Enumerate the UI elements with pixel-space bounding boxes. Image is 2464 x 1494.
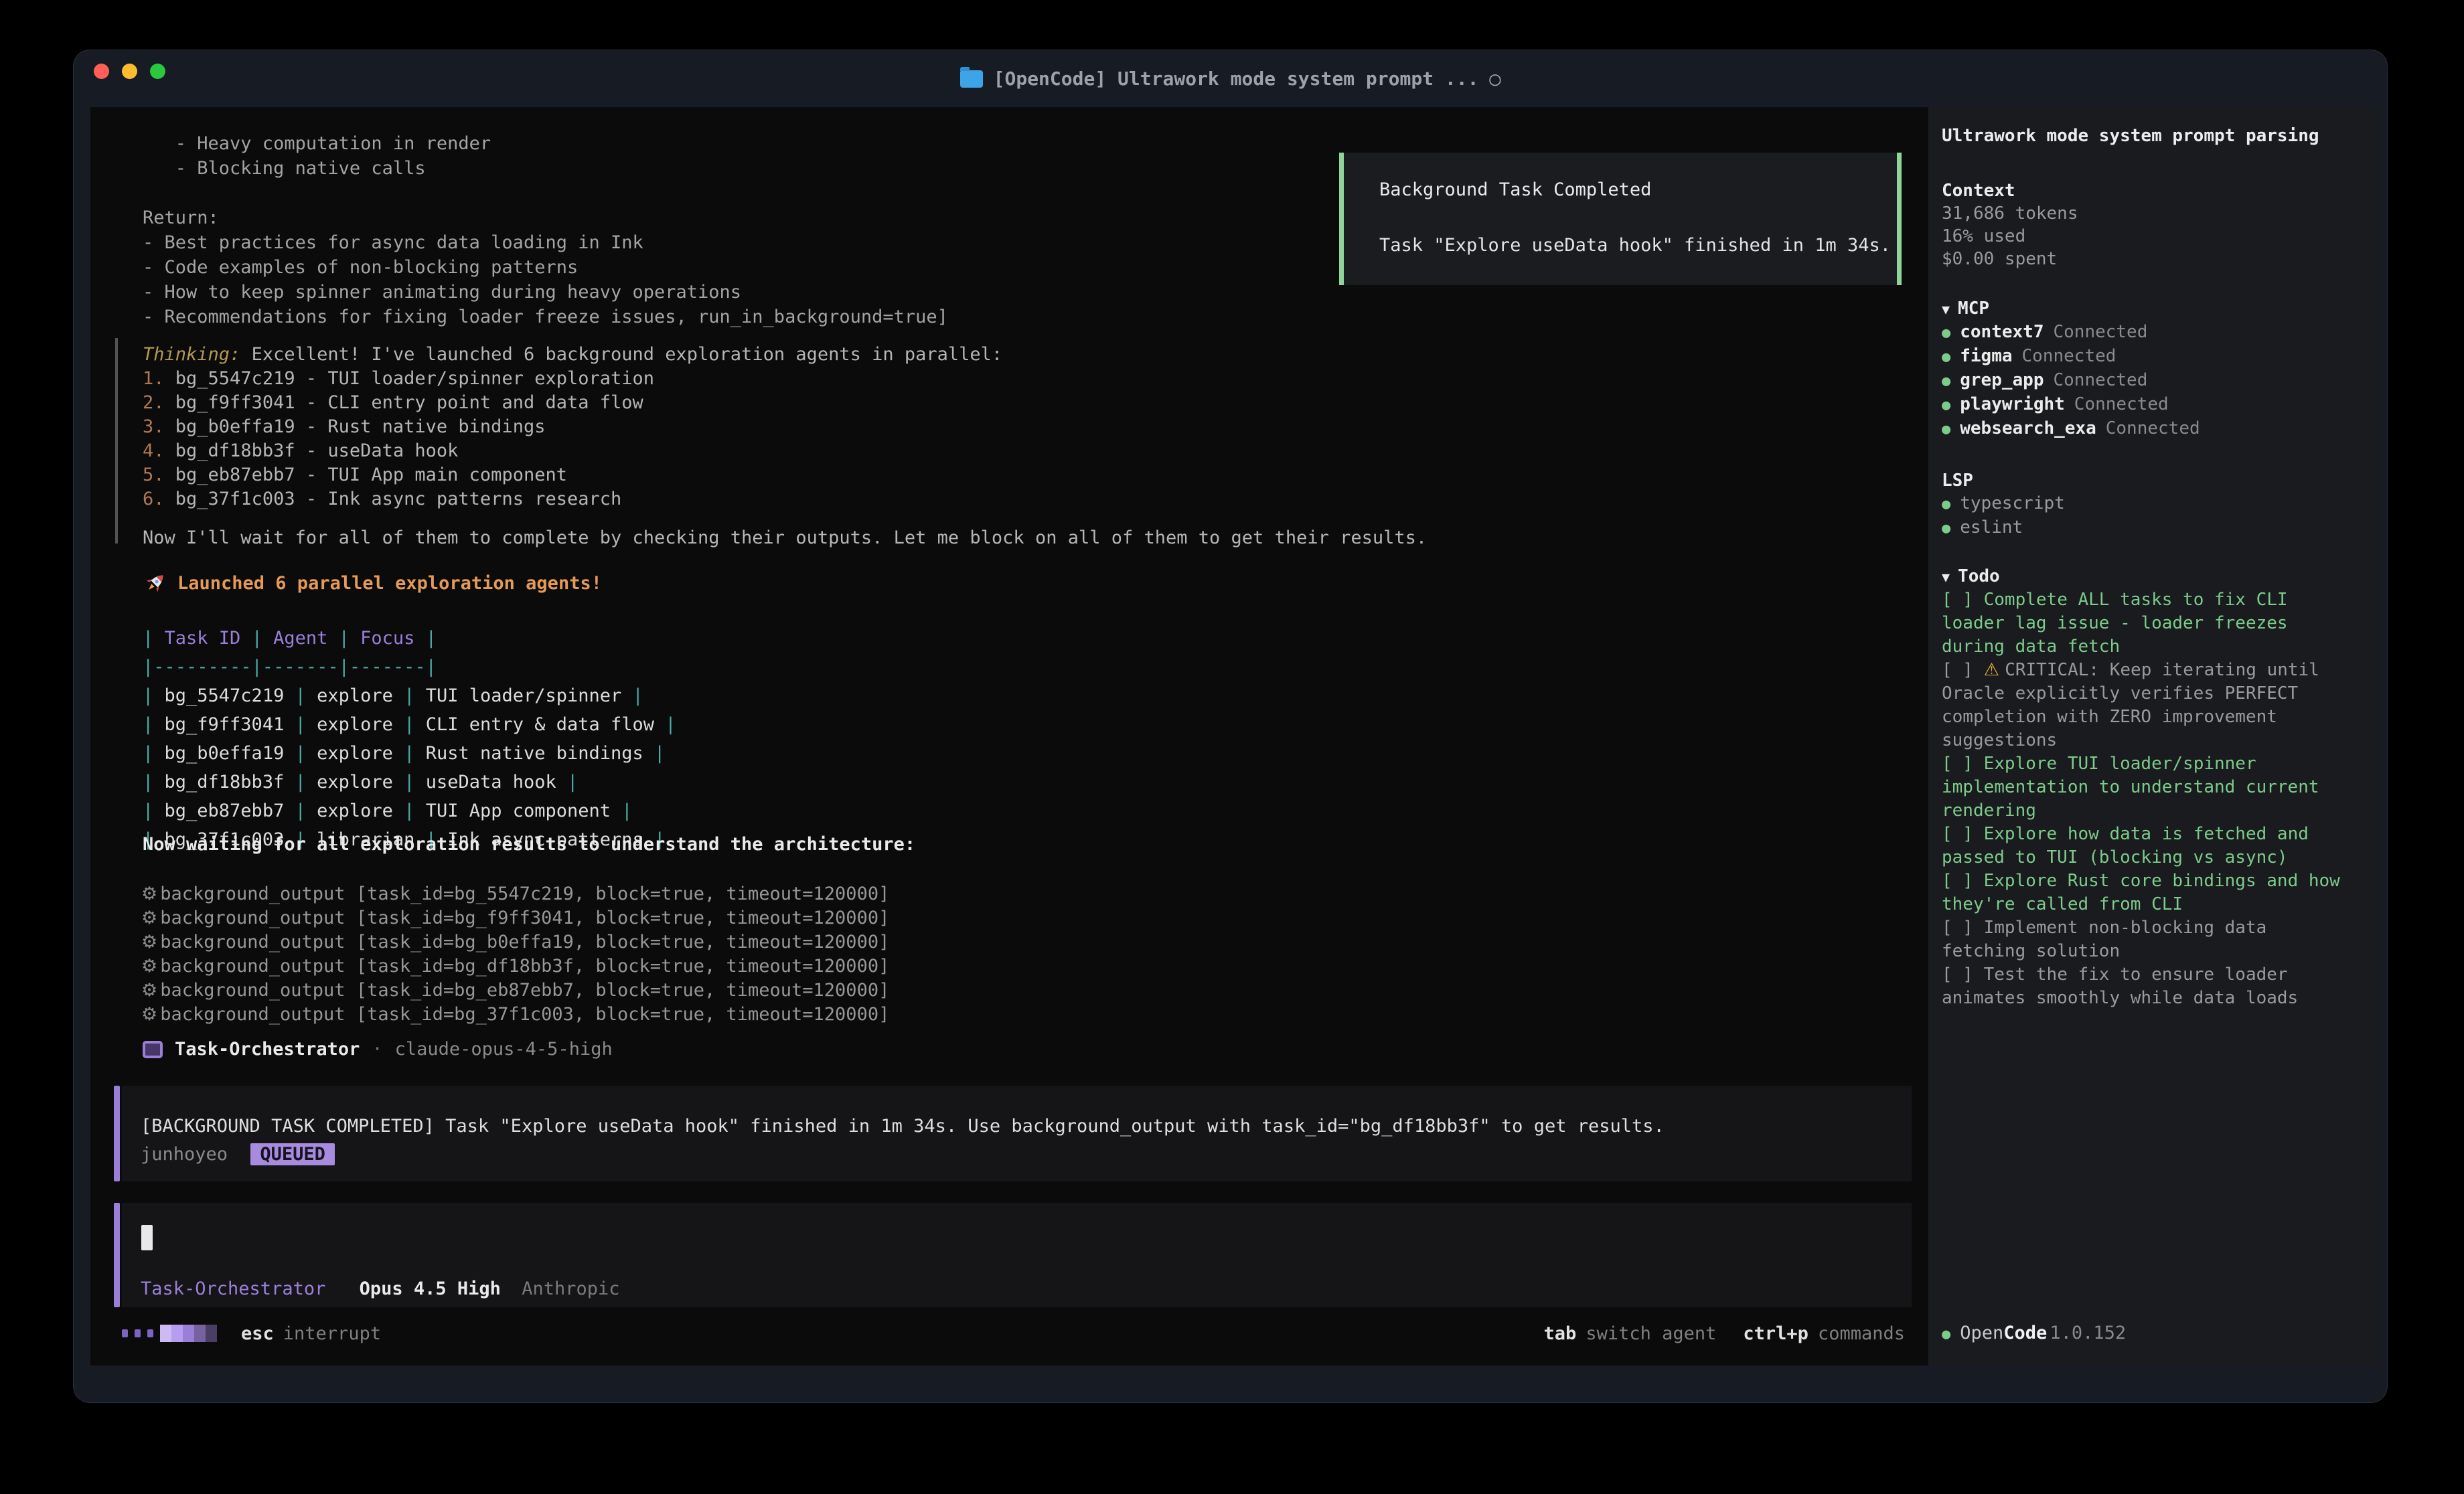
agent-icon — [143, 1041, 163, 1058]
titlebar[interactable]: [OpenCode] Ultrawork mode system prompt … — [74, 50, 2387, 107]
thinking-block: Thinking: Excellent! I've launched 6 bac… — [143, 343, 1002, 511]
sidebar: Ultrawork mode system prompt parsing Con… — [1928, 107, 2377, 1365]
session-title: Ultrawork mode system prompt parsing — [1942, 124, 2364, 147]
todo-item: [ ] Explore how data is fetched and pass… — [1942, 823, 2343, 869]
progress-circle-icon: ◯ — [1490, 68, 1501, 90]
todo-item: [ ] Implement non-blocking data fetching… — [1942, 916, 2343, 963]
terminal-content: - Heavy computation in render - Blocking… — [90, 107, 2377, 1365]
input-agent-name: Task-Orchestrator — [141, 1278, 325, 1299]
mcp-section-header[interactable]: ▼MCP — [1942, 297, 2364, 321]
todo-item: [ ] Explore Rust core bindings and how t… — [1942, 869, 2343, 916]
warning-icon: ⚠ — [1984, 660, 2005, 680]
toast-title: Background Task Completed — [1379, 179, 1897, 200]
text-cursor — [141, 1225, 153, 1250]
folder-icon — [960, 70, 983, 88]
todo-item: [ ] Test the fix to ensure loader animat… — [1942, 963, 2343, 1010]
close-button[interactable] — [94, 64, 109, 79]
mcp-item: ●playwrightConnected — [1942, 393, 2364, 417]
toast-notification[interactable]: Background Task Completed Task "Explore … — [1339, 153, 1902, 285]
mcp-list: ●context7Connected●figmaConnected●grep_a… — [1942, 321, 2364, 441]
message-text: [BACKGROUND TASK COMPLETED] Task "Explor… — [141, 1112, 1912, 1141]
message-author: junhoyeo — [141, 1144, 228, 1165]
esc-hint: esc interrupt — [241, 1323, 381, 1344]
mcp-item: ●websearch_exaConnected — [1942, 417, 2364, 441]
thinking-label: Thinking: — [143, 344, 240, 365]
commands-hint: ctrl+p commands — [1743, 1323, 1905, 1344]
context-tokens: 31,686 tokens — [1942, 202, 2364, 225]
mcp-item: ●grep_appConnected — [1942, 369, 2364, 393]
prompt-input[interactable]: Task-Orchestrator Opus 4.5 High Anthropi… — [114, 1203, 1912, 1307]
lsp-heading: LSP — [1942, 469, 2364, 492]
waiting-line: Now waiting for all exploration results … — [143, 834, 915, 855]
mcp-item: ●context7Connected — [1942, 321, 2364, 345]
tab-hint: tab switch agent — [1544, 1323, 1717, 1344]
todo-list: [ ] Complete ALL tasks to fix CLI loader… — [1942, 588, 2364, 1010]
minimize-button[interactable] — [122, 64, 137, 79]
chevron-down-icon: ▼ — [1942, 569, 1950, 585]
input-model-name: Opus 4.5 High — [360, 1278, 501, 1299]
lsp-list: ●typescript●eslint — [1942, 492, 2364, 540]
zoom-button[interactable] — [150, 64, 165, 79]
todo-item: [ ] Explore TUI loader/spinner implement… — [1942, 752, 2343, 823]
app-version-footer: ● OpenCode1.0.152 — [1942, 1322, 2126, 1346]
lsp-item: ●typescript — [1942, 492, 2364, 516]
message-accent-bar — [114, 1086, 120, 1181]
assistant-output-text: - Heavy computation in render - Blocking… — [143, 131, 948, 329]
chevron-down-icon: ▼ — [1942, 301, 1950, 317]
background-task-message: [BACKGROUND TASK COMPLETED] Task "Explor… — [114, 1086, 1912, 1181]
input-provider-name: Anthropic — [522, 1278, 619, 1299]
tool-call-lines: ⚙background_output [task_id=bg_5547c219,… — [141, 882, 889, 1027]
input-accent-bar — [114, 1203, 120, 1307]
status-dot-icon: ● — [1942, 1323, 1950, 1346]
window-title: [OpenCode] Ultrawork mode system prompt … — [994, 68, 1479, 90]
todo-item: [ ] Complete ALL tasks to fix CLI loader… — [1942, 588, 2343, 659]
queued-badge: QUEUED — [250, 1143, 335, 1165]
spinner-indicator — [122, 1325, 217, 1342]
window-controls — [94, 64, 165, 79]
status-bar: esc interrupt tab switch agent ctrl+p co… — [122, 1319, 1918, 1348]
toast-body: Task "Explore useData hook" finished in … — [1379, 235, 1897, 256]
todo-item: [ ] ⚠ CRITICAL: Keep iterating until Ora… — [1942, 659, 2343, 752]
thinking-items: 1. bg_5547c219 - TUI loader/spinner expl… — [143, 367, 1002, 511]
assistant-text-line: Now I'll wait for all of them to complet… — [143, 527, 1427, 548]
context-spent: $0.00 spent — [1942, 248, 2364, 270]
rocket-icon — [143, 570, 168, 596]
context-used: 16% used — [1942, 225, 2364, 248]
launch-line: Launched 6 parallel exploration agents! — [143, 570, 602, 596]
terminal-window: [OpenCode] Ultrawork mode system prompt … — [74, 50, 2387, 1402]
mcp-item: ●figmaConnected — [1942, 345, 2364, 369]
agents-table: | Task ID | Agent | Focus ||---------|--… — [143, 624, 676, 854]
todo-section-header[interactable]: ▼Todo — [1942, 565, 2364, 588]
context-heading: Context — [1942, 179, 2364, 202]
lsp-item: ●eslint — [1942, 516, 2364, 540]
agent-status-line: Task-Orchestrator · claude-opus-4-5-high — [143, 1039, 613, 1060]
thinking-block-rule — [115, 338, 118, 544]
